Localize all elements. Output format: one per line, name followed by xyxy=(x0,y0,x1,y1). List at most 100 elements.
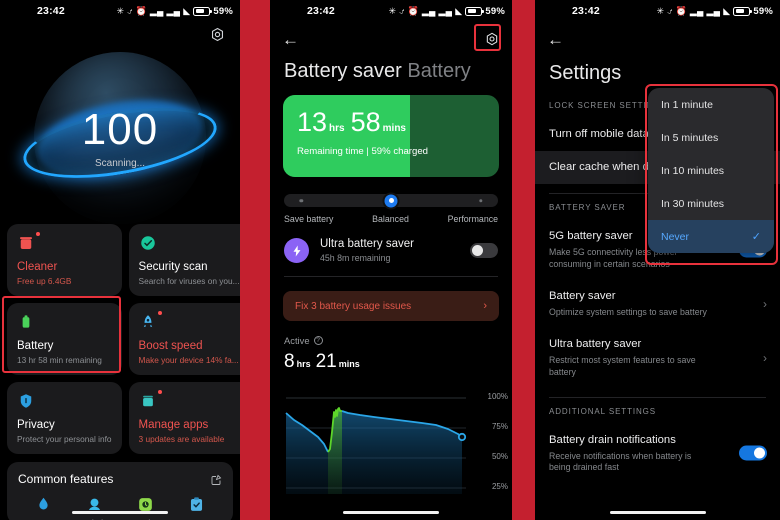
mode-track[interactable] xyxy=(284,194,498,207)
performance-mode-selector[interactable]: Save battery Balanced Performance xyxy=(284,194,498,224)
mode-label-performance[interactable]: Performance xyxy=(448,214,498,224)
apps-box-icon xyxy=(139,390,162,410)
title-battery[interactable]: Battery xyxy=(407,60,470,82)
water-drop-icon xyxy=(34,495,53,514)
dropdown-item-in-30-minutes[interactable]: In 30 minutes xyxy=(648,187,774,220)
wifi-icon: ◣ xyxy=(723,5,731,16)
dropdown-item-label: Never xyxy=(661,230,690,243)
active-hours-unit: hrs xyxy=(296,359,311,369)
gear-icon[interactable] xyxy=(484,31,500,47)
signal-2-icon: ▂▄ xyxy=(166,5,181,16)
status-bar: 23:42 ✳ ⍻ ⏰ ▂▄ ▂▄ ◣ 59% xyxy=(535,0,780,22)
feature-app-data[interactable]: App data xyxy=(120,495,171,520)
edit-square-icon[interactable] xyxy=(210,473,222,485)
back-arrow-icon[interactable]: ← xyxy=(282,31,299,48)
mode-label-balanced[interactable]: Balanced xyxy=(372,214,409,224)
ultra-battery-saver-toggle[interactable] xyxy=(470,243,498,258)
status-bar: 23:42 ✳ ⍻ ⏰ ▂▄ ▂▄ ◣ 59% xyxy=(0,0,240,22)
active-minutes: 21 xyxy=(315,351,337,372)
badge-dot xyxy=(157,311,162,315)
card-security-scan[interactable]: Security scan Search for viruses on you.… xyxy=(128,224,240,296)
battery-drain-notifications-toggle[interactable] xyxy=(739,445,767,461)
check-icon: ✓ xyxy=(751,231,761,243)
dropdown-item-label: In 1 minute xyxy=(661,98,713,111)
vibrate-off-icon: ⍻ xyxy=(399,5,405,16)
dropdown-item-never[interactable]: Never ✓ xyxy=(648,220,774,253)
signal-1-icon: ▂▄ xyxy=(689,5,704,16)
row-battery-drain-notifications[interactable]: Battery drain notifications Receive noti… xyxy=(535,424,780,484)
rocket-icon xyxy=(139,311,162,331)
shield-check-icon xyxy=(139,234,157,252)
battery-level-chart[interactable]: 100% 75% 50% 25% xyxy=(270,386,512,496)
chevron-right-icon[interactable]: › xyxy=(763,351,767,365)
card-battery[interactable]: Battery 13 hr 58 min remaining xyxy=(7,303,122,375)
card-title: Battery xyxy=(17,340,54,352)
dropdown-item-label: In 5 minutes xyxy=(661,131,719,144)
privacy-shield-icon xyxy=(17,392,35,410)
row-subtitle: Receive notifications when battery is be… xyxy=(549,450,692,473)
chart-ytick-100: 100% xyxy=(487,392,508,401)
chart-ytick-25: 25% xyxy=(491,482,508,491)
active-hours: 8 xyxy=(284,351,295,372)
row-control xyxy=(739,445,767,461)
row-control: › xyxy=(763,349,767,367)
status-icons: ✳ ⍻ ⏰ ▂▄ ▂▄ ◣ 59% xyxy=(657,6,773,17)
gauge-value: 100 xyxy=(81,104,159,154)
feature-data-usage[interactable]: Data usage xyxy=(18,495,69,520)
panel1-topbar xyxy=(0,22,240,52)
active-minutes-unit: mins xyxy=(338,359,360,369)
timeout-dropdown-menu[interactable]: In 1 minute In 5 minutes In 10 minutes I… xyxy=(648,88,774,253)
mode-dot-performance[interactable] xyxy=(479,198,483,203)
row-ultra-battery-saver[interactable]: Ultra battery saver Restrict most system… xyxy=(535,328,780,388)
section-header-additional: ADDITIONAL SETTINGS xyxy=(549,406,657,416)
dropdown-item-in-10-minutes[interactable]: In 10 minutes xyxy=(648,154,774,187)
remaining-time-card[interactable]: 13 hrs 58 mins Remaining time | 59% charged xyxy=(283,95,499,177)
card-manage-apps[interactable]: Manage apps 3 updates are available xyxy=(128,382,240,454)
active-label-row: Active ? xyxy=(284,335,498,346)
wifi-icon: ◣ xyxy=(455,5,463,16)
signal-2-icon: ▂▄ xyxy=(706,5,721,16)
status-time: 23:42 xyxy=(572,5,600,17)
battery-icon xyxy=(733,6,753,16)
status-time: 23:42 xyxy=(37,5,65,17)
card-subtitle: Search for viruses on you... xyxy=(138,276,240,286)
chart-charge-area xyxy=(328,408,342,494)
battery-percent: 59% xyxy=(753,5,773,17)
feature-automate[interactable]: Automate... xyxy=(171,495,222,520)
row-control: › xyxy=(763,295,767,313)
row-battery-saver[interactable]: Battery saver Optimize system settings t… xyxy=(535,280,780,328)
feature-permissions[interactable]: Permissions xyxy=(69,495,120,520)
gear-icon[interactable] xyxy=(209,26,226,43)
alarm-icon: ⏰ xyxy=(407,5,419,16)
card-subtitle: Protect your personal info xyxy=(17,434,112,444)
card-cleaner[interactable]: Cleaner Free up 6.4GB xyxy=(7,224,122,296)
back-arrow-icon[interactable]: ← xyxy=(547,31,564,48)
hours-unit: hrs xyxy=(329,123,345,134)
ultra-battery-saver-row[interactable]: Ultra battery saver 45h 8m remaining xyxy=(270,224,512,276)
card-title: Privacy xyxy=(17,419,55,431)
screenshot-root: 23:42 ✳ ⍻ ⏰ ▂▄ ▂▄ ◣ 59% 100 Scanning... … xyxy=(0,0,780,520)
gauge-text: 100 Scanning... xyxy=(81,104,159,169)
fix-battery-issues-banner[interactable]: Fix 3 battery usage issues › xyxy=(283,291,499,321)
mode-dot-save-battery[interactable] xyxy=(299,198,303,203)
card-title: Security scan xyxy=(138,261,208,273)
dropdown-item-in-5-minutes[interactable]: In 5 minutes xyxy=(648,121,774,154)
mode-dot-balanced[interactable] xyxy=(384,194,398,207)
chart-ytick-50: 50% xyxy=(491,452,508,461)
battery-percent: 59% xyxy=(213,5,233,17)
chevron-right-icon: › xyxy=(483,300,487,312)
signal-1-icon: ▂▄ xyxy=(421,5,436,16)
dropdown-item-in-1-minute[interactable]: In 1 minute xyxy=(648,88,774,121)
card-boost-speed[interactable]: Boost speed Make your device 14% fa... xyxy=(128,303,240,375)
card-privacy[interactable]: Privacy Protect your personal info xyxy=(7,382,122,454)
title-battery-saver: Battery saver xyxy=(284,60,402,82)
chevron-right-icon[interactable]: › xyxy=(763,297,767,311)
scan-gauge[interactable]: 100 Scanning... xyxy=(0,52,240,224)
dropdown-item-label: In 10 minutes xyxy=(661,164,725,177)
alarm-icon: ⏰ xyxy=(675,5,687,16)
mode-label-save-battery[interactable]: Save battery xyxy=(284,214,333,224)
row-subtitle: Optimize system settings to save battery xyxy=(549,307,707,318)
alarm-icon: ⏰ xyxy=(135,5,147,16)
info-icon[interactable]: ? xyxy=(313,336,323,345)
feature-card-grid: Cleaner Free up 6.4GB Security scan Sear… xyxy=(0,224,240,454)
